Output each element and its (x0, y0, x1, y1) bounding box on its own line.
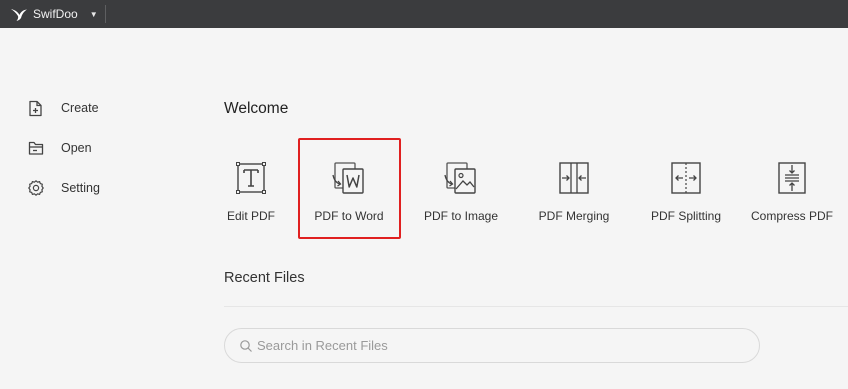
tool-pdf-splitting[interactable]: PDF Splitting (630, 160, 742, 234)
gear-icon (28, 180, 44, 196)
recent-files-search[interactable] (224, 328, 760, 363)
tool-label: PDF Merging (538, 209, 610, 223)
folder-open-icon (28, 141, 44, 155)
tool-edit-pdf[interactable]: Edit PDF (195, 160, 307, 234)
text-edit-icon (236, 162, 266, 194)
titlebar-divider (105, 5, 106, 23)
pdf-to-image-icon (444, 162, 476, 194)
sidebar-item-open[interactable]: Open (26, 135, 92, 161)
search-input[interactable] (257, 338, 737, 353)
recent-files-title: Recent Files (224, 270, 305, 286)
sidebar: Create Open Setting (0, 28, 200, 389)
caret-down-icon[interactable]: ▼ (90, 10, 98, 19)
sidebar-item-setting[interactable]: Setting (26, 175, 100, 201)
tool-label: PDF to Word (314, 209, 384, 223)
merge-icon (559, 162, 589, 194)
app-menu-button[interactable]: SwifDoo ▼ (0, 0, 98, 28)
compress-icon (778, 162, 806, 194)
sidebar-item-label: Open (61, 141, 92, 155)
tool-pdf-to-image[interactable]: PDF to Image (405, 160, 517, 234)
file-plus-icon (29, 100, 42, 117)
app-name: SwifDoo (33, 7, 78, 21)
split-icon (671, 162, 701, 194)
sidebar-item-label: Setting (61, 181, 100, 195)
sidebar-item-label: Create (61, 101, 99, 115)
sidebar-item-create[interactable]: Create (26, 95, 99, 121)
tool-pdf-merging[interactable]: PDF Merging (518, 160, 630, 234)
tool-compress-pdf[interactable]: Compress PDF (736, 160, 848, 234)
welcome-title: Welcome (224, 100, 289, 117)
pdf-to-word-icon (332, 162, 364, 194)
tool-label: Edit PDF (226, 209, 275, 223)
search-icon (240, 339, 252, 352)
tool-label: PDF Splitting (650, 209, 722, 223)
tool-label: PDF to Image (423, 209, 499, 223)
recent-files-divider (224, 306, 848, 307)
title-bar: SwifDoo ▼ (0, 0, 848, 28)
tool-label: Compress PDF (750, 209, 833, 223)
tool-pdf-to-word[interactable]: PDF to Word (293, 160, 405, 234)
swift-bird-logo-icon (11, 9, 27, 21)
